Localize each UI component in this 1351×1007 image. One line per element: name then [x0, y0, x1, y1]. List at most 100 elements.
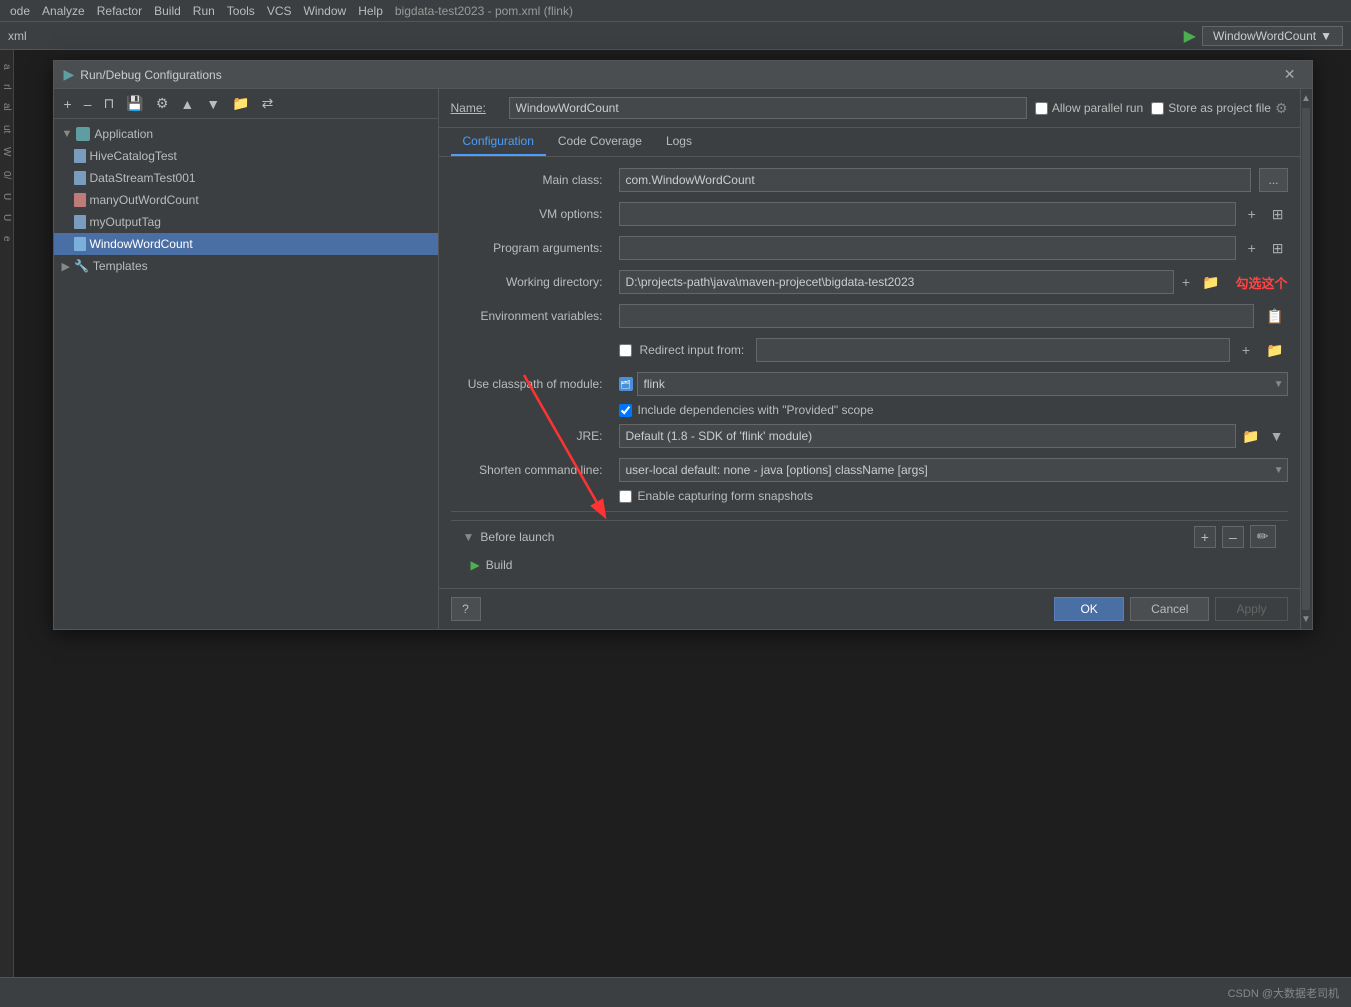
dialog-close-button[interactable]: ✕	[1278, 64, 1302, 85]
redirect-browse-btn[interactable]: 📁	[1262, 340, 1287, 361]
tree-label-myoutputtag: myOutputTag	[90, 215, 161, 229]
vm-options-expand-btn[interactable]: +	[1244, 204, 1260, 224]
expand-icon-templates: ▶	[62, 260, 70, 273]
apply-button[interactable]: Apply	[1215, 597, 1287, 621]
redirect-input[interactable]	[756, 338, 1230, 362]
tree-item-hivecatalogtest[interactable]: HiveCatalogTest	[54, 145, 438, 167]
program-args-fullscreen-btn[interactable]: ⊞	[1268, 238, 1288, 259]
include-deps-checkbox[interactable]	[619, 404, 632, 417]
scroll-down-btn[interactable]: ▼	[1299, 612, 1313, 627]
menu-item-tools[interactable]: Tools	[221, 4, 261, 18]
menu-item-refactor[interactable]: Refactor	[91, 4, 148, 18]
main-class-input[interactable]	[619, 168, 1252, 192]
menu-item-code[interactable]: ode	[4, 4, 36, 18]
working-dir-browse-btn[interactable]: 📁	[1198, 272, 1223, 293]
allow-parallel-checkbox[interactable]	[1035, 102, 1048, 115]
menu-item-build[interactable]: Build	[148, 4, 187, 18]
tab-code-coverage[interactable]: Code Coverage	[546, 128, 654, 156]
working-dir-label: Working directory:	[451, 275, 611, 289]
vm-options-fullscreen-btn[interactable]: ⊞	[1268, 204, 1288, 225]
working-dir-input[interactable]	[619, 270, 1174, 294]
name-input[interactable]	[509, 97, 1027, 119]
redirect-add-btn[interactable]: +	[1238, 340, 1254, 360]
module-select[interactable]: flink	[637, 372, 1288, 396]
menu-item-vcs[interactable]: VCS	[261, 4, 298, 18]
tree-item-myoutputtag[interactable]: myOutputTag	[54, 211, 438, 233]
left-strip-item-8[interactable]: U	[1, 210, 12, 225]
before-launch-collapse-icon[interactable]: ▼	[463, 530, 475, 544]
shorten-cmd-label: Shorten command line:	[451, 463, 611, 477]
save-config-button[interactable]: 💾	[122, 93, 147, 114]
left-strip-item-5[interactable]: W	[1, 143, 12, 160]
tree-label-datastreamtest001: DataStreamTest001	[90, 171, 196, 185]
env-vars-input[interactable]	[619, 304, 1255, 328]
move-up-button[interactable]: ▲	[176, 94, 198, 114]
copy-config-button[interactable]: ⊓	[99, 93, 118, 114]
jre-browse-btn[interactable]: 📁	[1238, 426, 1263, 447]
cancel-button[interactable]: Cancel	[1130, 597, 1209, 621]
scroll-up-btn[interactable]: ▲	[1299, 91, 1313, 106]
menu-item-analyze[interactable]: Analyze	[36, 4, 91, 18]
status-bar: CSDN @大数据老司机	[0, 977, 1351, 1007]
folder-button[interactable]: 📁	[228, 93, 253, 114]
annotation-text: 勾选这个	[1235, 273, 1287, 292]
allow-parallel-section: Allow parallel run	[1035, 101, 1143, 115]
shorten-cmd-select[interactable]: user-local default: none - java [options…	[619, 458, 1288, 482]
vm-options-input[interactable]	[619, 202, 1236, 226]
remove-config-button[interactable]: –	[80, 94, 96, 114]
env-vars-browse-btn[interactable]: 📋	[1262, 306, 1287, 327]
tab-configuration[interactable]: Configuration	[451, 128, 546, 156]
left-strip-item-3[interactable]: al	[1, 99, 12, 115]
tree-item-application[interactable]: ▼ Application	[54, 123, 438, 145]
watermark: CSDN @大数据老司机	[1228, 985, 1339, 1001]
left-strip-item-2[interactable]: rl	[1, 80, 12, 94]
menu-item-window[interactable]: Window	[298, 4, 353, 18]
left-strip-item-9[interactable]: e	[1, 232, 12, 246]
dialog-icon: ▶	[64, 66, 75, 83]
left-strip-item-7[interactable]: U	[1, 189, 12, 204]
redirect-checkbox-section: Redirect input from:	[619, 343, 745, 357]
module-select-wrapper: 🗂 flink ▼	[619, 372, 1288, 396]
scroll-thumb[interactable]	[1302, 108, 1310, 610]
ok-button[interactable]: OK	[1054, 597, 1124, 621]
gear-icon[interactable]: ⚙	[1275, 100, 1288, 117]
menu-item-help[interactable]: Help	[352, 4, 389, 18]
footer-buttons: OK Cancel Apply	[1054, 597, 1287, 621]
working-dir-add-btn[interactable]: +	[1178, 272, 1194, 292]
tree-item-manyoutwordcount[interactable]: manyOutWordCount	[54, 189, 438, 211]
main-class-browse-button[interactable]: ...	[1259, 168, 1287, 192]
before-launch-remove-btn[interactable]: –	[1222, 526, 1244, 548]
menu-item-run[interactable]: Run	[187, 4, 221, 18]
left-strip-item-1[interactable]: a	[1, 60, 12, 74]
env-vars-row: Environment variables: 📋	[451, 301, 1288, 331]
file-icon-2	[74, 171, 86, 185]
program-args-row: Program arguments: + ⊞	[451, 233, 1288, 263]
left-strip-item-4[interactable]: ut	[1, 121, 12, 137]
add-config-button[interactable]: +	[60, 94, 76, 114]
store-project-checkbox[interactable]	[1151, 102, 1164, 115]
name-row: Name: Allow parallel run Store as projec…	[439, 89, 1300, 128]
redirect-checkbox[interactable]	[619, 344, 632, 357]
tree-item-windowwordcount[interactable]: WindowWordCount	[54, 233, 438, 255]
enable-capturing-checkbox[interactable]	[619, 490, 632, 503]
sort-button[interactable]: ⇄	[258, 93, 278, 114]
jre-input[interactable]	[619, 424, 1237, 448]
jre-dropdown-btn[interactable]: ▼	[1266, 426, 1288, 446]
redirect-label: Redirect input from:	[640, 343, 745, 357]
program-args-expand-btn[interactable]: +	[1244, 238, 1260, 258]
jre-input-wrap: 📁 ▼	[619, 424, 1288, 448]
before-launch-edit-btn[interactable]: ✏	[1250, 525, 1276, 548]
tab-logs[interactable]: Logs	[654, 128, 704, 156]
program-args-input[interactable]	[619, 236, 1236, 260]
move-down-button[interactable]: ▼	[202, 94, 224, 114]
left-strip-item-6[interactable]: 0/	[1, 167, 12, 183]
tree-item-datastreamtest001[interactable]: DataStreamTest001	[54, 167, 438, 189]
tree-item-templates[interactable]: ▶ 🔧 Templates	[54, 255, 438, 277]
before-launch-add-btn[interactable]: +	[1194, 526, 1216, 548]
shorten-cmd-select-wrapper: user-local default: none - java [options…	[619, 458, 1288, 482]
edit-config-button[interactable]: ⚙	[152, 93, 173, 114]
before-launch-header: ▼ Before launch + – ✏	[463, 525, 1276, 548]
run-config-dropdown[interactable]: WindowWordCount ▼	[1202, 26, 1343, 46]
question-button[interactable]: ?	[451, 597, 481, 621]
before-launch-title: Before launch	[480, 530, 554, 544]
